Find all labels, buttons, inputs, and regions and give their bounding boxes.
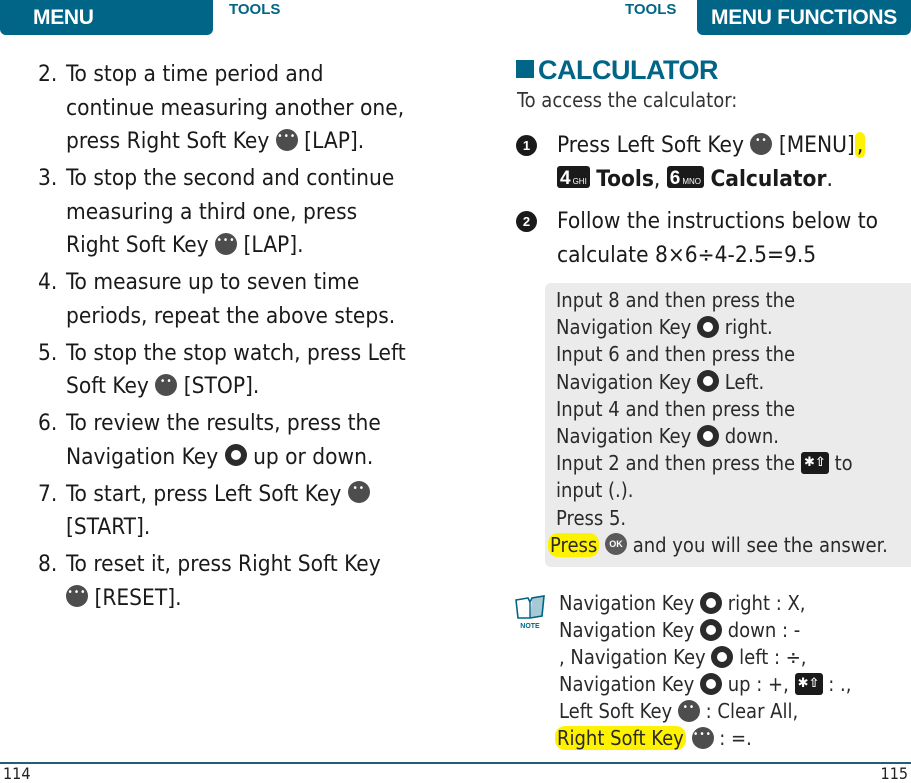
instruction-line: Navigation Key Left. — [556, 369, 765, 394]
section-title: CALCULATOR — [516, 55, 718, 86]
note-line: Navigation Key up : +, ✱⇧ : ., — [559, 672, 852, 696]
highlight-mark: Right Soft Key — [555, 726, 686, 750]
note-line: , Navigation Key left : ÷, — [559, 645, 807, 669]
page-number-left: 114 — [3, 764, 31, 783]
note-label: NOTE — [520, 623, 540, 630]
list-item: 8. To reset it, press Right Soft Key •••… — [38, 548, 408, 615]
right-soft-key-icon: ••• — [275, 128, 298, 151]
stopwatch-steps: 2. To stop a time period and continue me… — [38, 58, 408, 619]
star-key-icon: ✱⇧ — [800, 451, 829, 474]
instruction-line: Input 6 and then press the — [556, 342, 796, 367]
section-label-left: TOOLS — [229, 1, 281, 18]
step-badge: 1 — [516, 135, 537, 156]
item-number: 4. — [38, 269, 58, 295]
item-number: 3. — [38, 165, 58, 191]
instruction-line: Input 4 and then press the — [556, 396, 796, 421]
item-text: [RESET]. — [94, 584, 182, 611]
item-text: [LAP]. — [243, 232, 304, 258]
step-text: Press Left Soft Key — [557, 132, 744, 158]
left-soft-key-icon: •• — [750, 132, 773, 155]
item-text: [STOP]. — [183, 373, 260, 399]
instruction-line: Input 2 and then press the ✱⇧ to — [556, 451, 853, 476]
list-item: 2. To stop a time period and continue me… — [38, 58, 408, 159]
title-text: CALCULATOR — [538, 55, 718, 85]
key-4-ghi-icon: 4 GHI — [557, 166, 590, 189]
instruction-line: Input 8 and then press the — [556, 288, 796, 312]
instruction-line: Navigation Key down. — [556, 424, 779, 449]
list-item: 3. To stop the second and continue measu… — [38, 162, 408, 263]
note-book-icon: NOTE — [515, 595, 545, 630]
left-soft-key-icon: •• — [347, 481, 370, 503]
left-soft-key-icon: •• — [155, 373, 178, 396]
highlight-mark: , — [854, 132, 866, 158]
step-1: 1 Press Left Soft Key •• [MENU], 4 GHI To… — [516, 129, 897, 196]
list-item: 7. To start, press Left Soft Key •• [STA… — [38, 478, 408, 545]
note-line: Right Soft Key ••• : =. — [555, 726, 752, 750]
title-square-icon — [516, 60, 534, 78]
menu-calculator: Calculator — [710, 165, 827, 192]
navigation-key-icon — [224, 444, 247, 466]
navigation-key-icon — [700, 672, 722, 695]
header-tab-right: MENU FUNCTIONS — [697, 0, 911, 35]
instruction-line: Press OK and you will see the answer. — [548, 532, 888, 557]
right-soft-key-icon: ••• — [66, 585, 88, 607]
instruction-line: Press 5. — [556, 505, 627, 530]
step-2: 2 Follow the instructions below to calcu… — [516, 205, 897, 272]
note-text: Navigation Key right : X, Navigation Key… — [555, 590, 852, 752]
item-text: up or down. — [253, 443, 374, 470]
item-text: [START]. — [66, 514, 151, 540]
page-number-right: 115 — [880, 764, 908, 783]
note-line: Left Soft Key •• : Clear All, — [559, 699, 799, 723]
instructions-box: Input 8 and then press the Navigation Ke… — [545, 283, 911, 567]
step-badge: 2 — [516, 211, 537, 232]
footer-divider — [0, 762, 911, 764]
right-soft-key-icon: ••• — [691, 726, 714, 749]
item-number: 2. — [38, 61, 58, 87]
note-line: Navigation Key down : - — [559, 618, 801, 642]
navigation-key-icon — [697, 370, 719, 393]
navigation-key-icon — [700, 591, 722, 614]
ok-key-icon: OK — [605, 533, 627, 556]
list-item: 5. To stop the stop watch, press Left So… — [38, 337, 408, 404]
item-number: 6. — [38, 410, 58, 436]
navigation-key-icon — [697, 315, 719, 338]
item-number: 8. — [38, 551, 58, 577]
star-key-icon: ✱⇧ — [794, 672, 823, 695]
highlight-mark: Press — [548, 532, 600, 557]
note-line: Navigation Key right : X, — [559, 591, 806, 615]
instruction-line: input (.). — [556, 478, 634, 503]
navigation-key-icon — [697, 424, 719, 447]
item-text: To measure up to seven time periods, rep… — [66, 269, 396, 329]
item-text: To reset it, press Right Soft Key — [66, 551, 381, 577]
item-number: 7. — [38, 480, 58, 507]
right-soft-key-icon: ••• — [215, 232, 238, 255]
left-soft-key-icon: •• — [677, 699, 700, 722]
item-text: [LAP]. — [304, 128, 365, 154]
header-tab-left: MENU FUNCTIONS — [0, 0, 213, 65]
instruction-line: Navigation Key right. — [556, 315, 773, 340]
step-text: [MENU] — [778, 132, 855, 158]
item-number: 5. — [38, 339, 58, 366]
step-text: Follow the instructions below to calcula… — [557, 208, 879, 268]
intro-text: To access the calculator: — [517, 88, 738, 112]
list-item: 6. To review the results, press the Navi… — [38, 407, 408, 474]
key-6-mno-icon: 6 MNO — [666, 166, 704, 189]
navigation-key-icon — [711, 645, 734, 668]
list-item: 4. To measure up to seven time periods, … — [38, 266, 408, 333]
navigation-key-icon — [700, 618, 722, 641]
item-text: To start, press Left Soft Key — [66, 480, 342, 507]
menu-tools: Tools — [596, 165, 654, 192]
section-label-right: TOOLS — [625, 1, 677, 18]
